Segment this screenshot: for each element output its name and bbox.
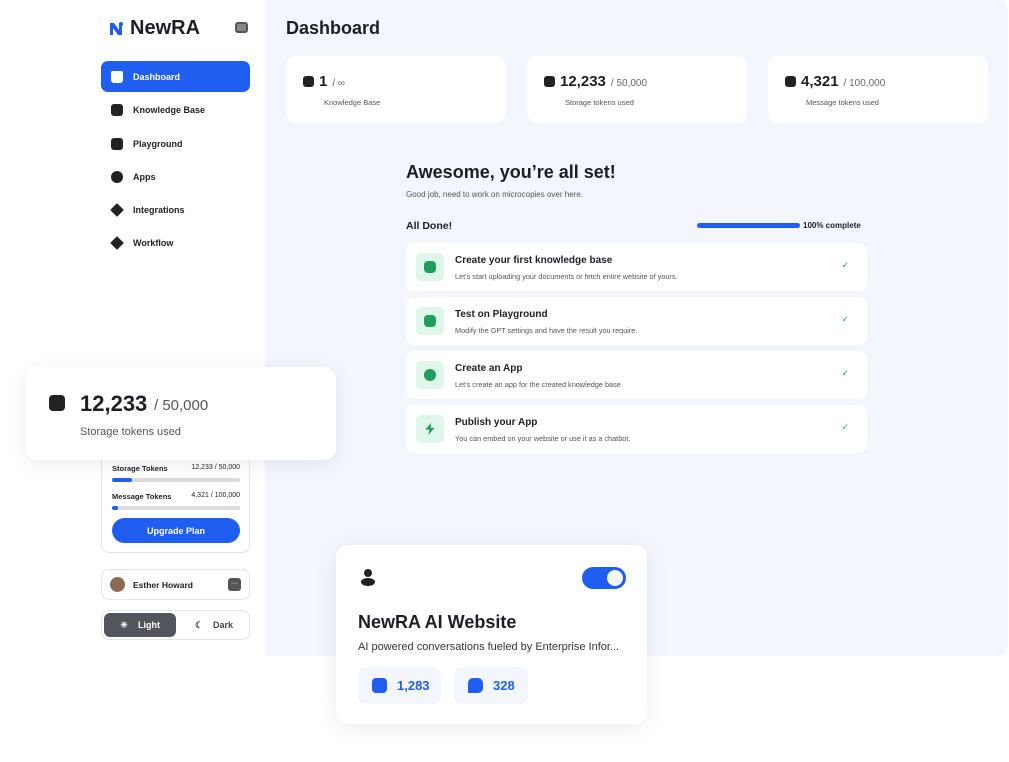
storage-icon [372,678,387,693]
storage-value: 1,283 [397,678,430,693]
sidebar-item-integrations[interactable]: Integrations [101,194,250,225]
plan-usage-card: Storage Tokens 12,233 / 50,000 Message To… [101,450,250,553]
stat-limit: / 50,000 [154,397,209,414]
apps-icon [111,170,123,183]
home-icon [111,70,123,83]
app-card[interactable]: NewRA AI Website AI powered conversation… [336,545,647,724]
sidebar-item-workflow[interactable]: Workflow [101,227,250,258]
task-title: Publish your App [455,417,538,428]
user-icon [361,569,375,586]
check-icon: ✓ [841,368,849,378]
publish-icon [416,415,444,443]
app-storage-stat: 1,283 [358,667,441,704]
theme-switcher: ☀ Light ☾ Dark [101,610,250,640]
message-progress [112,506,240,510]
check-icon: ✓ [841,422,849,432]
check-icon: ✓ [841,314,849,324]
knowledge-icon [303,76,314,87]
onboarding-title: Awesome, you’re all set! [406,162,616,182]
nav-label: Apps [133,171,156,182]
task-title: Test on Playground [455,309,548,320]
stat-card-knowledge-base: 1 / ∞ Knowledge Base [286,56,506,123]
storage-tokens-label: Storage Tokens [112,464,168,473]
user-name: Esther Howard [133,580,193,590]
brand-name: NewRA [130,17,201,39]
onboarding-subtitle: Good job, need to work on microcopies ov… [406,190,583,199]
stat-label: Message tokens used [806,98,879,107]
task-desc: Let’s create an app for the created know… [455,380,621,389]
stat-limit: / 50,000 [610,78,648,89]
brand-logo: NewRA [108,17,200,40]
knowledge-icon [416,253,444,281]
onboarding-status: All Done! [406,220,453,232]
task-desc: Let’s start uploading your documents or … [455,272,678,281]
message-tokens-value: 4,321 / 100,000 [191,492,240,499]
theme-dark-label: Dark [213,620,234,630]
storage-tokens-value: 12,233 / 50,000 [191,464,240,471]
user-profile[interactable]: Esther Howard ··· [101,569,250,600]
playground-icon [416,307,444,335]
app-messages-stat: 328 [454,667,528,704]
task-title: Create an App [455,363,523,374]
apps-icon [416,361,444,389]
task-item[interactable]: Create your first knowledge base Let’s st… [406,243,867,291]
newra-logo-icon [110,21,123,35]
sidebar-item-apps[interactable]: Apps [101,161,250,192]
message-icon [468,678,483,693]
storage-icon [544,76,555,87]
nav-label: Dashboard [133,71,181,82]
sidebar-item-dashboard[interactable]: Dashboard [101,61,250,92]
check-icon: ✓ [841,260,849,270]
progress-label: 100% complete [803,221,861,230]
stat-value: 4,321 [801,73,839,90]
sidebar-item-playground[interactable]: Playground [101,128,250,159]
stat-value: 1 [319,73,328,90]
knowledge-icon [111,103,123,116]
task-item[interactable]: Test on Playground Modify the GPT setting… [406,297,867,345]
stat-value: 12,233 [80,391,148,416]
app-description: AI powered conversations fueled by Enter… [358,641,620,653]
messages-value: 328 [493,678,515,693]
nav-label: Integrations [133,204,185,215]
more-menu-button[interactable]: ··· [228,578,241,591]
stat-card-messages: 4,321 / 100,000 Message tokens used [768,56,988,123]
nav-label: Knowledge Base [133,104,206,115]
upgrade-plan-button[interactable]: Upgrade Plan [112,518,240,543]
avatar [110,577,125,592]
progress-bar [697,223,800,228]
task-item[interactable]: Publish your App You can embed on your we… [406,405,867,453]
moon-icon: ☾ [194,619,204,630]
theme-light-label: Light [138,620,161,630]
sun-icon: ☀ [119,619,129,630]
task-title: Create your first knowledge base [455,255,613,266]
page-title: Dashboard [286,18,381,38]
storage-progress [112,478,240,482]
nav-label: Playground [133,138,183,149]
message-icon [785,76,796,87]
integrations-icon [110,202,124,217]
sidebar-item-knowledge-base[interactable]: Knowledge Base [101,94,250,125]
nav-label: Workflow [133,237,174,248]
stat-label: Storage tokens used [80,426,181,438]
message-tokens-label: Message Tokens [112,492,172,501]
stat-limit: / ∞ [332,78,346,89]
stat-card-storage: 12,233 / 50,000 Storage tokens used [527,56,747,123]
theme-light-button[interactable]: ☀ Light [104,613,176,637]
stat-limit: / 100,000 [843,78,886,89]
stat-value: 12,233 [560,73,606,90]
stat-label: Knowledge Base [324,98,381,107]
floating-storage-card: 12,233 / 50,000 Storage tokens used [26,367,336,460]
task-desc: You can embed on your website or use it … [455,434,631,443]
stat-label: Storage tokens used [565,98,634,107]
playground-icon [111,137,123,150]
app-title: NewRA AI Website [358,612,517,632]
task-item[interactable]: Create an App Let’s create an app for the… [406,351,867,399]
workflow-icon [110,235,124,250]
sidebar-toggle-icon[interactable] [235,22,248,33]
storage-icon [49,395,65,411]
app-enabled-toggle[interactable] [582,567,626,589]
theme-dark-button[interactable]: ☾ Dark [180,613,248,637]
task-desc: Modify the GPT settings and have the res… [455,326,638,335]
